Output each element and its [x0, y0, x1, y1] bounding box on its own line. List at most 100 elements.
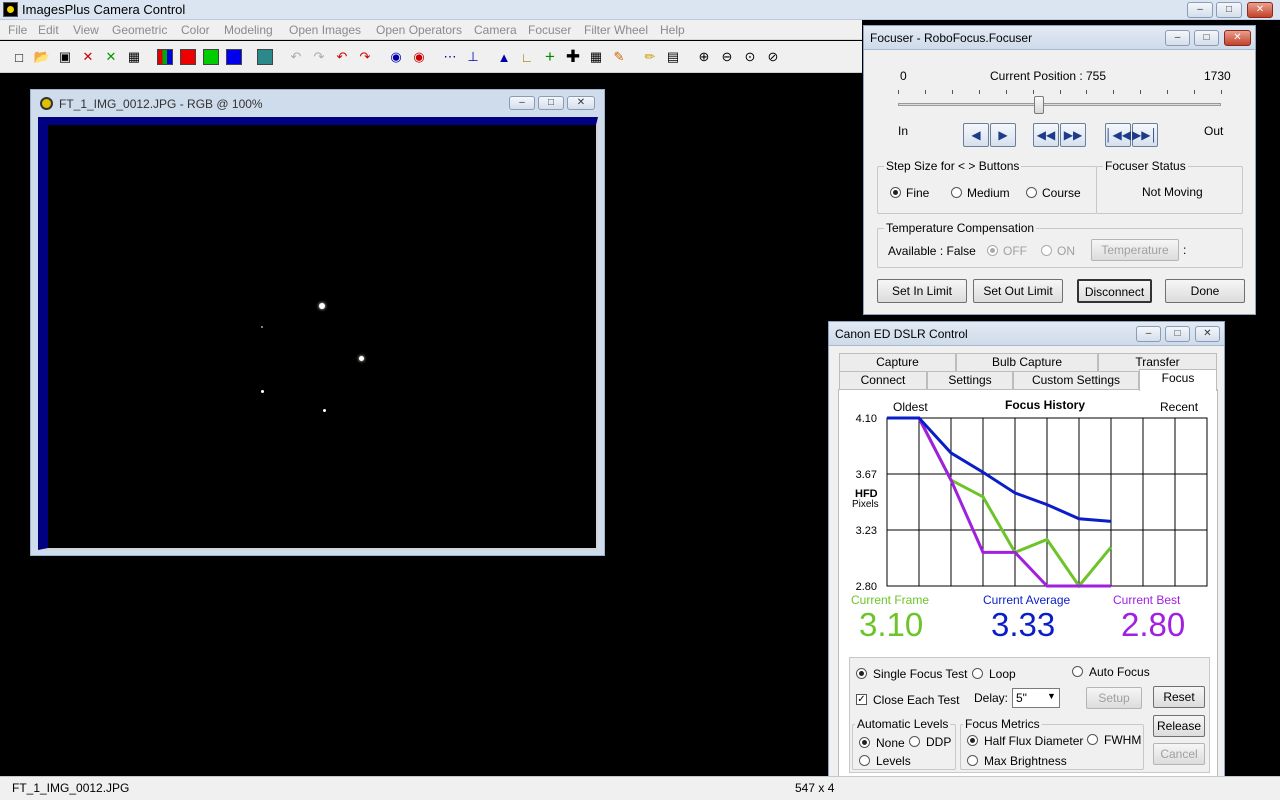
step-in-button[interactable]: ◀ — [963, 123, 989, 147]
image-close-button[interactable]: ✕ — [567, 96, 595, 110]
current-average-label: Current Average — [983, 593, 1071, 607]
zoom-fit-icon[interactable]: ⊙ — [740, 47, 760, 67]
curve-icon[interactable]: ∟ — [517, 47, 537, 67]
image-minimize-button[interactable]: – — [509, 96, 535, 110]
temp-off-radio[interactable] — [987, 245, 998, 256]
done-button[interactable]: Done — [1165, 279, 1245, 303]
menu-file[interactable]: File — [8, 23, 27, 37]
step-fine-radio[interactable] — [890, 187, 901, 198]
tab-settings[interactable]: Settings — [927, 371, 1013, 389]
zoom-actual-icon[interactable]: ⊘ — [763, 47, 783, 67]
zoom-out-icon[interactable]: ⊖ — [717, 47, 737, 67]
menu-open-operators[interactable]: Open Operators — [376, 23, 462, 37]
close-each-checkbox[interactable]: ✓ — [856, 694, 867, 705]
close-all-icon[interactable]: ✕ — [101, 47, 121, 67]
image-window[interactable]: FT_1_IMG_0012.JPG - RGB @ 100% – □ ✕ — [30, 89, 605, 556]
pencil-icon[interactable]: ✏ — [640, 47, 660, 67]
cancel-button[interactable]: Cancel — [1153, 743, 1205, 765]
fast-out-button[interactable]: ▶▶ — [1060, 123, 1086, 147]
go-out-limit-button[interactable]: ▶▶│ — [1132, 123, 1158, 147]
delay-select[interactable]: 5" ▼ — [1012, 688, 1060, 708]
step-medium-radio[interactable] — [951, 187, 962, 198]
temp-on-radio[interactable] — [1041, 245, 1052, 256]
step-size-group: Step Size for < > Buttons Fine Medium Co… — [877, 159, 1097, 214]
menu-open-images[interactable]: Open Images — [289, 23, 361, 37]
image-canvas[interactable] — [38, 117, 598, 550]
temperature-button[interactable]: Temperature — [1091, 239, 1179, 261]
set-in-limit-button[interactable]: Set In Limit — [877, 279, 967, 303]
metric-fwhm-radio[interactable] — [1087, 734, 1098, 745]
save-icon[interactable]: ▣ — [55, 47, 75, 67]
minimize-button[interactable]: – — [1187, 2, 1213, 18]
redo-icon[interactable]: ↷ — [355, 47, 375, 67]
current-frame-label: Current Frame — [851, 593, 930, 607]
single-focus-radio[interactable] — [856, 668, 867, 679]
position-slider-thumb[interactable] — [1033, 96, 1044, 114]
reset-button[interactable]: Reset — [1153, 686, 1205, 708]
release-button[interactable]: Release — [1153, 715, 1205, 737]
red-channel-icon[interactable] — [178, 47, 198, 67]
dslr-maximize-button[interactable]: □ — [1165, 326, 1190, 342]
levels-levels-radio[interactable] — [859, 755, 870, 766]
target-red-icon[interactable]: ◉ — [409, 47, 429, 67]
blue-channel-icon[interactable] — [224, 47, 244, 67]
fast-in-button[interactable]: ◀◀ — [1033, 123, 1059, 147]
edit-image-icon[interactable]: ✎ — [609, 47, 629, 67]
setup-button[interactable]: Setup — [1086, 687, 1142, 709]
menu-help[interactable]: Help — [660, 23, 685, 37]
menu-color[interactable]: Color — [181, 23, 210, 37]
dots-icon[interactable]: ⋯ — [440, 47, 460, 67]
rgb-channels-icon[interactable] — [155, 47, 175, 67]
undo-icon[interactable]: ↶ — [332, 47, 352, 67]
zoom-in-icon[interactable]: ⊕ — [694, 47, 714, 67]
tab-bulb-capture[interactable]: Bulb Capture — [956, 353, 1098, 371]
close-button[interactable]: ✕ — [1247, 2, 1273, 18]
tab-custom-settings[interactable]: Custom Settings — [1013, 371, 1139, 389]
menu-filter-wheel[interactable]: Filter Wheel — [584, 23, 648, 37]
calculator-icon[interactable]: ▦ — [586, 47, 606, 67]
image-maximize-button[interactable]: □ — [538, 96, 564, 110]
crosshair-green-icon[interactable]: + — [540, 47, 560, 67]
set-out-limit-button[interactable]: Set Out Limit — [973, 279, 1063, 303]
menu-edit[interactable]: Edit — [38, 23, 59, 37]
plot-icon[interactable]: ⊥ — [463, 47, 483, 67]
levels-ddp-radio[interactable] — [909, 736, 920, 747]
disconnect-button[interactable]: Disconnect — [1077, 279, 1152, 303]
step-course-radio[interactable] — [1026, 187, 1037, 198]
step-out-button[interactable]: ▶ — [990, 123, 1016, 147]
focuser-close-button[interactable]: ✕ — [1224, 30, 1251, 46]
menu-camera[interactable]: Camera — [474, 23, 517, 37]
menu-view[interactable]: View — [73, 23, 99, 37]
undo-disabled-icon[interactable]: ↶ — [286, 47, 306, 67]
position-slider-track[interactable] — [898, 103, 1221, 106]
dslr-close-button[interactable]: ✕ — [1195, 326, 1220, 342]
slider-tick — [1221, 90, 1222, 94]
tab-focus[interactable]: Focus — [1139, 369, 1217, 391]
table-icon[interactable]: ▤ — [663, 47, 683, 67]
open-folder-icon[interactable]: 📂 — [32, 47, 52, 67]
tab-connect[interactable]: Connect — [839, 371, 927, 389]
tab-capture[interactable]: Capture — [839, 353, 956, 371]
menu-focuser[interactable]: Focuser — [528, 23, 571, 37]
menu-modeling[interactable]: Modeling — [224, 23, 273, 37]
loop-radio[interactable] — [972, 668, 983, 679]
metric-max-radio[interactable] — [967, 755, 978, 766]
go-in-limit-button[interactable]: │◀◀ — [1105, 123, 1131, 147]
menu-geometric[interactable]: Geometric — [112, 23, 167, 37]
target-blue-icon[interactable]: ◉ — [386, 47, 406, 67]
window-icon[interactable]: ▦ — [124, 47, 144, 67]
auto-focus-radio[interactable] — [1072, 666, 1083, 677]
levels-none-radio[interactable] — [859, 737, 870, 748]
metric-hfd-radio[interactable] — [967, 735, 978, 746]
close-image-icon[interactable]: ✕ — [78, 47, 98, 67]
crosshair-icon[interactable]: ✚ — [563, 47, 583, 67]
redo-disabled-icon[interactable]: ↷ — [309, 47, 329, 67]
histogram-icon[interactable]: ▲ — [494, 47, 514, 67]
focuser-maximize-button[interactable]: □ — [1194, 30, 1219, 46]
dslr-minimize-button[interactable]: – — [1136, 326, 1161, 342]
focuser-minimize-button[interactable]: – — [1165, 30, 1190, 46]
new-icon[interactable]: □ — [9, 47, 29, 67]
green-channel-icon[interactable] — [201, 47, 221, 67]
grid-icon[interactable] — [255, 47, 275, 67]
maximize-button[interactable]: □ — [1216, 2, 1242, 18]
